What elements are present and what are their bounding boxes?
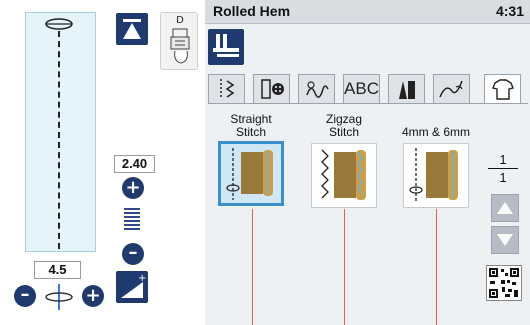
stitch-label-zigzag: Zigzag Stitch	[325, 112, 363, 139]
tab-heirloom[interactable]	[484, 74, 521, 104]
triangle-wedge-icon: +	[121, 273, 146, 298]
tab-utility[interactable]	[208, 74, 245, 103]
satin-stitch-icon	[399, 81, 415, 99]
presser-foot-outline-icon	[45, 18, 73, 30]
width-decrease-button[interactable]: –	[122, 243, 144, 265]
rolled-hem-stitch-icon	[409, 148, 458, 202]
needle-up-button[interactable]	[116, 13, 148, 45]
presser-foot-indicator: D	[160, 12, 198, 70]
presser-foot-icon	[170, 28, 190, 64]
auto-reverse-button[interactable]: +	[116, 271, 148, 303]
minus-icon: –	[20, 284, 30, 305]
triangle-down-icon	[497, 234, 513, 246]
scroll-down-button[interactable]	[491, 226, 519, 254]
tab-satin[interactable]	[388, 74, 425, 103]
stitch-width-value: 2.40	[114, 155, 155, 173]
clock: 4:31	[495, 3, 524, 19]
stitch-preview	[25, 12, 96, 252]
sewing-machine-icon	[213, 34, 239, 57]
plus-icon: +	[125, 177, 141, 198]
tab-alphabet[interactable]: ABC	[343, 74, 380, 103]
function-button[interactable]	[208, 29, 244, 65]
tab-buttonhole[interactable]	[253, 74, 290, 103]
stitch-label-straight: Straight Stitch	[230, 112, 272, 139]
svg-text:+: +	[138, 273, 146, 284]
utility-stitch-icon	[220, 79, 235, 99]
stitch-category-tabs: ABC	[208, 74, 528, 104]
buttonhole-icon	[261, 79, 284, 99]
tab-floral[interactable]	[433, 74, 470, 103]
floral-stitch-icon	[439, 80, 463, 98]
presser-foot-letter: D	[176, 15, 184, 26]
stitch-guide-line	[436, 209, 437, 325]
width-increase-button[interactable]: +	[122, 177, 144, 199]
length-decrease-button[interactable]: –	[14, 285, 36, 307]
page-indicator: 1 1	[488, 152, 518, 185]
straight-stitch-icon	[226, 148, 273, 200]
plus-icon: +	[85, 285, 101, 306]
stitch-guide-line	[344, 209, 345, 325]
stitch-length-value: 4.5	[34, 261, 81, 279]
shirt-icon	[492, 79, 514, 100]
stitch-card-zigzag[interactable]	[311, 143, 377, 208]
qr-code-icon	[489, 268, 519, 298]
tab-divider	[208, 103, 528, 104]
tab-decorative[interactable]	[298, 74, 335, 103]
decorative-stitch-icon	[306, 81, 329, 98]
stitch-card-straight[interactable]	[218, 141, 284, 206]
zigzag-stitch-icon	[321, 149, 366, 200]
stitch-preview-line	[58, 31, 60, 249]
stitch-guide-line	[252, 209, 253, 325]
density-icon	[124, 208, 140, 236]
page-current: 1	[488, 152, 518, 169]
minus-icon: –	[128, 242, 138, 263]
length-increase-button[interactable]: +	[82, 285, 104, 307]
stitch-length-icon	[45, 284, 73, 310]
title-bar: Rolled Hem 4:31	[205, 0, 530, 24]
qr-code-button[interactable]	[486, 265, 522, 301]
stitch-card-4mm-6mm[interactable]	[403, 143, 469, 208]
page-total: 1	[499, 170, 507, 185]
needle-up-icon	[123, 19, 141, 39]
triangle-up-icon	[497, 202, 513, 214]
stitch-label-4mm-6mm: 4mm & 6mm	[401, 125, 470, 139]
scroll-up-button[interactable]	[491, 194, 519, 222]
page-title: Rolled Hem	[213, 3, 291, 19]
